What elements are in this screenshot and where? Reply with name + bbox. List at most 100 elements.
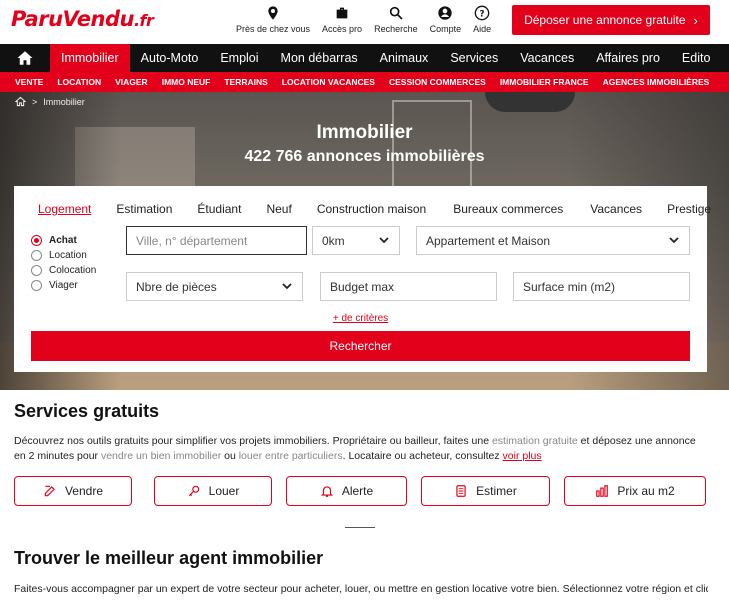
rooms-select[interactable]: Nbre de pièces — [126, 272, 303, 301]
radius-value: 0km — [322, 233, 345, 248]
top-link-nearby[interactable]: Près de chez vous — [236, 5, 310, 34]
rent-link[interactable]: louer entre particuliers — [239, 450, 343, 462]
button-label: Estimer — [476, 484, 517, 498]
location-input[interactable]: Ville, n° département — [126, 226, 307, 255]
vendre-button[interactable]: Vendre — [14, 476, 132, 506]
help-icon: ? — [474, 5, 490, 21]
top-links: Près de chez vous Accès pro Recherche Co… — [236, 5, 503, 34]
home-icon[interactable] — [15, 96, 26, 107]
key-icon — [188, 485, 199, 497]
bar-chart-icon — [596, 485, 609, 497]
nav-item-auto-moto[interactable]: Auto-Moto — [130, 44, 210, 72]
subnav-location[interactable]: LOCATION — [57, 77, 101, 87]
top-link-help[interactable]: ? Aide — [473, 5, 491, 34]
subnav-immo-neuf[interactable]: IMMO NEUF — [162, 77, 211, 87]
tab-etudiant[interactable]: Étudiant — [197, 202, 241, 216]
top-link-label: Recherche — [374, 24, 418, 34]
radio-label: Viager — [49, 280, 78, 291]
button-label: Louer — [208, 484, 240, 498]
agent-description: Faites-vous accompagner par un expert de… — [14, 583, 708, 595]
nav-item-vacances[interactable]: Vacances — [509, 44, 585, 72]
radio-dot — [31, 280, 42, 291]
subnav-viager[interactable]: VIAGER — [115, 77, 148, 87]
subnav-terrains[interactable]: TERRAINS — [224, 77, 267, 87]
chevron-right-icon: › — [693, 12, 698, 28]
map-pin-icon — [268, 6, 278, 20]
bell-icon — [320, 486, 333, 497]
radio-achat[interactable]: Achat — [31, 233, 96, 248]
listing-count: 422 766 annonces immobilières — [244, 148, 485, 165]
subnav-vente[interactable]: VENTE — [15, 77, 43, 87]
site-logo[interactable]: ParuVendu.fr — [11, 7, 154, 31]
radio-viager[interactable]: Viager — [31, 278, 96, 293]
subnav-agences[interactable]: AGENCES IMMOBILIÈRES — [603, 77, 710, 87]
button-label: Prix au m2 — [617, 484, 675, 498]
nav-home[interactable] — [0, 44, 50, 72]
radius-select[interactable]: 0km — [312, 226, 400, 255]
services-text: Découvrez nos outils gratuits pour simpl… — [14, 435, 492, 447]
radio-location[interactable]: Location — [31, 248, 96, 263]
top-header: ParuVendu.fr Près de chez vous Accès pro… — [0, 0, 729, 44]
estimation-link[interactable]: estimation gratuite — [492, 435, 578, 447]
tab-bureaux-commerces[interactable]: Bureaux commerces — [453, 202, 563, 216]
radio-dot — [31, 265, 42, 276]
tab-estimation[interactable]: Estimation — [116, 202, 172, 216]
see-more-link[interactable]: voir plus — [503, 450, 542, 462]
button-label: Alerte — [341, 484, 374, 498]
property-type-value: Appartement et Maison — [426, 233, 551, 248]
radio-colocation[interactable]: Colocation — [31, 263, 96, 278]
nav-item-services[interactable]: Services — [439, 44, 509, 72]
nav-item-edito[interactable]: Edito — [671, 44, 722, 72]
section-divider — [345, 527, 375, 528]
search-tabs: Logement Estimation Étudiant Neuf Constr… — [38, 202, 711, 216]
subnav-location-vacances[interactable]: LOCATION VACANCES — [282, 77, 375, 87]
button-label: Vendre — [64, 484, 104, 498]
louer-button[interactable]: Louer — [154, 476, 272, 506]
subnav-cession-commerces[interactable]: CESSION COMMERCES — [389, 77, 486, 87]
nav-item-animaux[interactable]: Animaux — [369, 44, 440, 72]
radio-dot — [31, 235, 42, 246]
home-icon — [17, 51, 33, 65]
nav-item-mon-debarras[interactable]: Mon débarras — [270, 44, 369, 72]
nav-item-affaires-pro[interactable]: Affaires pro — [585, 44, 671, 72]
breadcrumb: > Immobilier — [15, 96, 85, 107]
edit-icon — [44, 485, 55, 497]
surface-input[interactable]: Surface min (m2) — [513, 272, 690, 301]
post-ad-label: Déposer une annonce gratuite — [524, 13, 686, 27]
tab-prestige[interactable]: Prestige — [667, 202, 711, 216]
transaction-type: Achat Location Colocation Viager — [31, 233, 96, 293]
svg-text:?: ? — [480, 9, 485, 19]
nav-item-immobilier[interactable]: Immobilier — [50, 44, 130, 72]
nav-item-emploi[interactable]: Emploi — [209, 44, 269, 72]
sell-link[interactable]: vendre un bien immobilier — [101, 450, 221, 462]
services-text: . Locataire ou acheteur, consultez — [342, 450, 503, 462]
alerte-button[interactable]: Alerte — [286, 476, 407, 506]
top-link-label: Près de chez vous — [236, 24, 311, 34]
services-description: Découvrez nos outils gratuits pour simpl… — [14, 434, 708, 464]
estimer-button[interactable]: Estimer — [421, 476, 550, 506]
tab-construction-maison[interactable]: Construction maison — [317, 202, 426, 216]
top-link-search[interactable]: Recherche — [374, 5, 418, 34]
tab-neuf[interactable]: Neuf — [266, 202, 291, 216]
search-icon — [389, 6, 403, 20]
search-button[interactable]: Rechercher — [31, 331, 690, 361]
top-link-account[interactable]: Compte — [430, 5, 461, 34]
sub-nav: VENTE LOCATION VIAGER IMMO NEUF TERRAINS… — [0, 72, 729, 92]
property-type-select[interactable]: Appartement et Maison — [416, 226, 690, 255]
rooms-value: Nbre de pièces — [136, 279, 217, 294]
chevron-down-icon — [379, 237, 389, 244]
tab-vacances[interactable]: Vacances — [590, 202, 642, 216]
chevron-down-icon — [282, 283, 292, 290]
radio-label: Colocation — [49, 265, 97, 276]
top-link-pro[interactable]: Accès pro — [322, 5, 362, 34]
more-criteria-link[interactable]: + de critères — [14, 313, 707, 324]
tab-logement[interactable]: Logement — [38, 202, 91, 216]
subnav-immobilier-france[interactable]: IMMOBILIER FRANCE — [500, 77, 589, 87]
post-ad-button[interactable]: Déposer une annonce gratuite › — [512, 5, 710, 35]
chevron-down-icon — [669, 237, 679, 244]
top-link-label: Accès pro — [322, 24, 363, 34]
radio-dot — [31, 250, 42, 261]
budget-input[interactable]: Budget max — [320, 272, 497, 301]
prix-m2-button[interactable]: Prix au m2 — [564, 476, 706, 506]
services-title: Services gratuits — [14, 401, 160, 421]
